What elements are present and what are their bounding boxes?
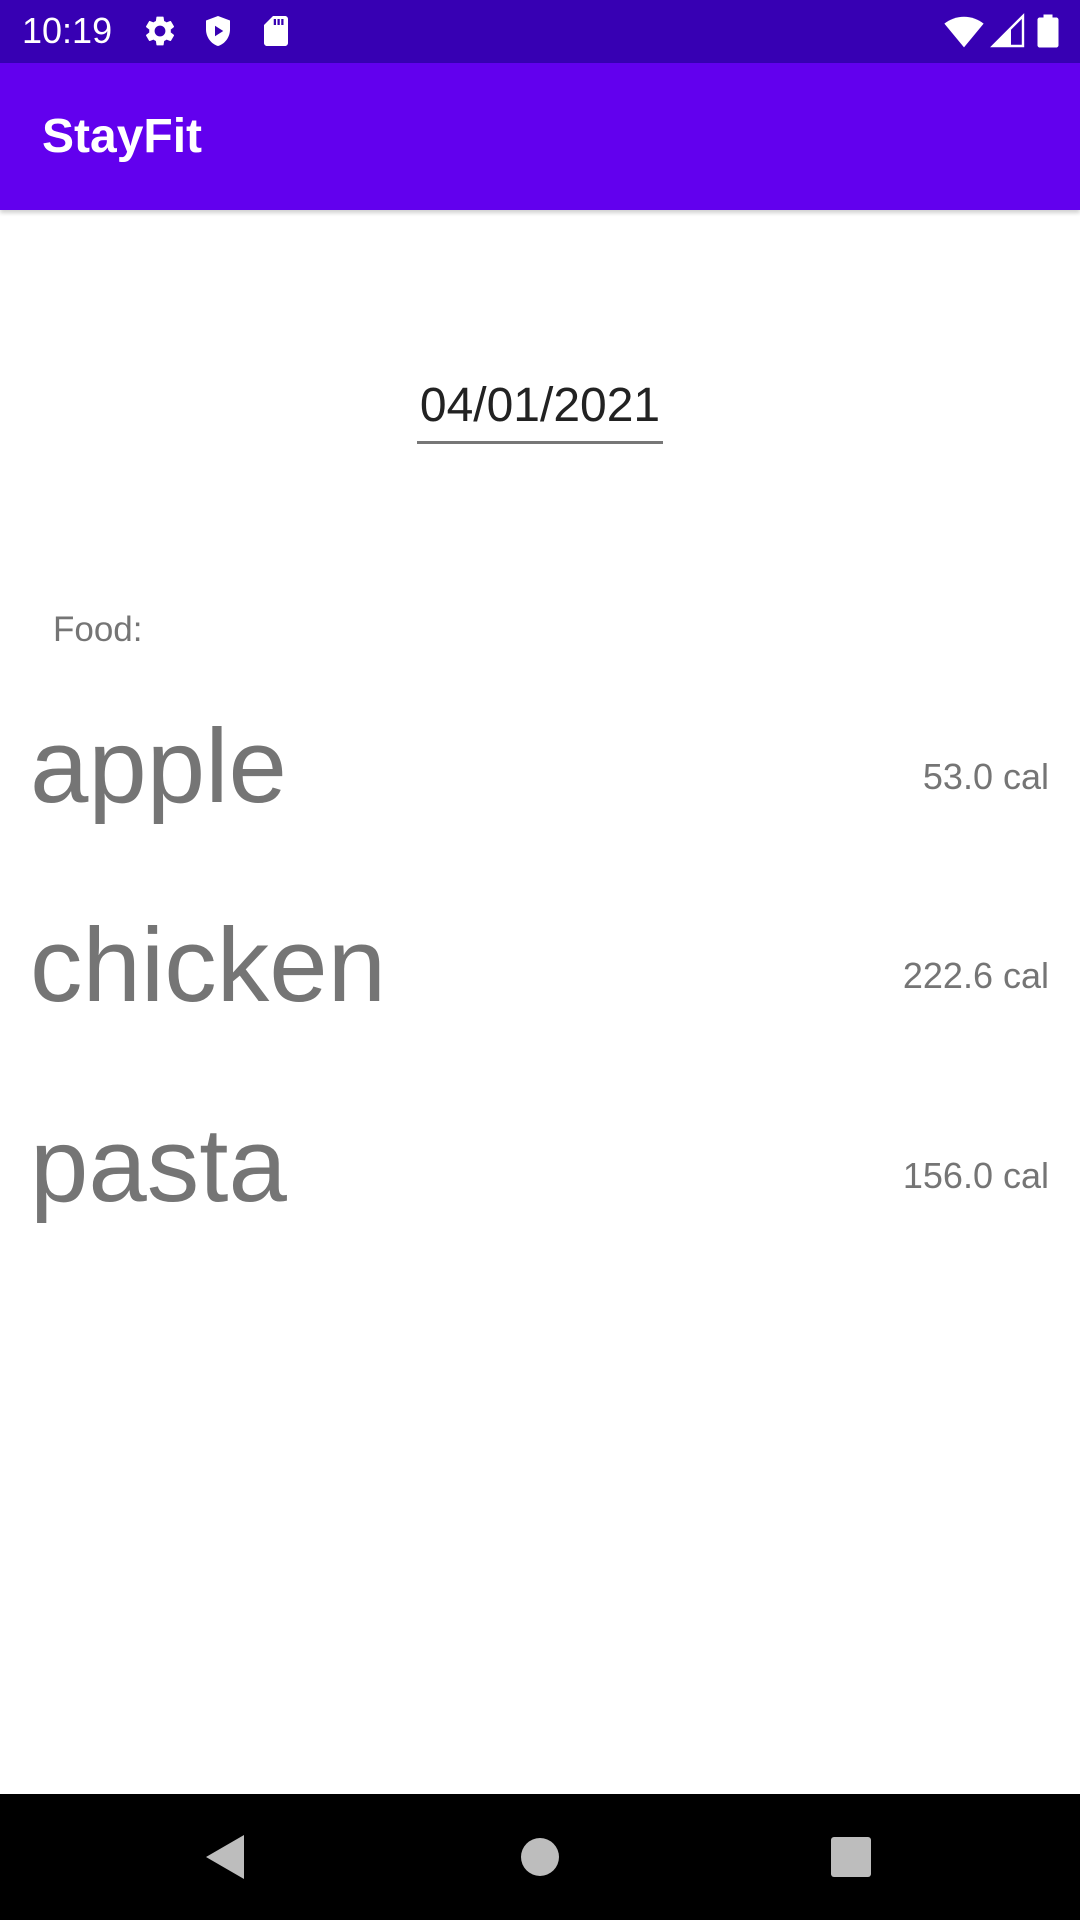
food-name: pasta — [30, 1107, 287, 1224]
food-item-pasta[interactable]: pasta 156.0 cal — [0, 1106, 1080, 1306]
food-name: apple — [30, 708, 287, 825]
recents-icon[interactable] — [818, 1824, 884, 1890]
home-icon[interactable] — [507, 1824, 573, 1890]
gear-icon — [142, 13, 178, 49]
date-field[interactable]: 04/01/2021 — [417, 374, 663, 444]
shield-icon — [200, 13, 236, 49]
food-calories: 156.0 cal — [902, 1155, 1049, 1196]
wifi-icon — [944, 13, 984, 49]
food-calories: 222.6 cal — [902, 955, 1049, 996]
status-bar: 10:19 — [0, 0, 1080, 63]
food-item-chicken[interactable]: chicken 222.6 cal — [0, 906, 1080, 1106]
sd-card-icon — [258, 13, 294, 49]
navigation-bar — [0, 1794, 1080, 1920]
food-calories: 53.0 cal — [922, 756, 1049, 797]
date-value: 04/01/2021 — [419, 379, 661, 432]
back-icon[interactable] — [192, 1824, 258, 1890]
battery-icon — [1036, 13, 1060, 49]
food-name: chicken — [30, 907, 387, 1024]
app-bar: StayFit — [0, 63, 1080, 210]
food-label: Food: — [53, 610, 143, 649]
status-time: 10:19 — [22, 10, 113, 51]
signal-icon — [990, 13, 1026, 49]
food-item-apple[interactable]: apple 53.0 cal — [0, 707, 1080, 907]
app-title: StayFit — [42, 110, 203, 163]
